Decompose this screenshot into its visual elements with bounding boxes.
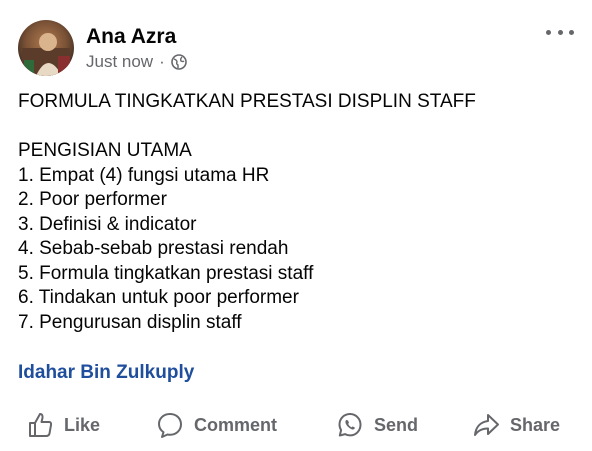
author-avatar[interactable] (18, 20, 74, 76)
send-label: Send (374, 414, 419, 435)
list-item: 1. Empat (4) fungsi utama HR (18, 164, 270, 186)
send-button[interactable]: Send (336, 405, 418, 445)
dot-icon (569, 29, 574, 35)
like-button[interactable]: Like (26, 405, 100, 445)
whatsapp-icon (338, 413, 362, 437)
comment-icon (158, 413, 182, 438)
section-heading: PENGISIAN UTAMA (18, 140, 192, 161)
comment-label: Comment (194, 414, 278, 435)
share-label: Share (510, 414, 561, 435)
action-bar: Like Comment Send Share (0, 405, 592, 445)
list-item: 5. Formula tingkatkan prestasi staff (18, 262, 314, 284)
post-subline: Just now · (86, 52, 187, 72)
mention-link[interactable]: Idahar Bin Zulkuply (18, 362, 194, 384)
post-title: FORMULA TINGKATKAN PRESTASI DISPLIN STAF… (18, 91, 476, 112)
post-header: Ana Azra Just now · (18, 18, 187, 78)
dot-icon (546, 29, 551, 35)
list-item: 6. Tindakan untuk poor performer (18, 287, 299, 308)
avatar-image (18, 20, 74, 76)
list-item: 4. Sebab-sebab prestasi rendah (18, 238, 289, 259)
comment-button[interactable]: Comment (156, 405, 277, 445)
facebook-post: Ana Azra Just now · FORMULA TINGKATKAN P… (0, 0, 592, 451)
post-meta: Ana Azra Just now · (86, 24, 187, 72)
like-label: Like (64, 414, 101, 435)
post-body: FORMULA TINGKATKAN PRESTASI DISPLIN STAF… (18, 90, 578, 335)
list-item: 7. Pengurusan displin staff (18, 311, 242, 333)
share-button[interactable]: Share (472, 405, 560, 445)
meta-separator: · (159, 52, 165, 71)
list-item: 3. Definisi & indicator (18, 213, 197, 235)
share-arrow-icon (474, 414, 499, 436)
list-item: 2. Poor performer (18, 189, 167, 210)
more-options-icon[interactable] (546, 22, 574, 42)
post-time[interactable]: Just now (86, 52, 153, 72)
globe-icon[interactable] (170, 54, 187, 70)
dot-icon (557, 29, 563, 35)
thumbs-up-icon (29, 413, 53, 437)
author-name[interactable]: Ana Azra (86, 24, 187, 50)
